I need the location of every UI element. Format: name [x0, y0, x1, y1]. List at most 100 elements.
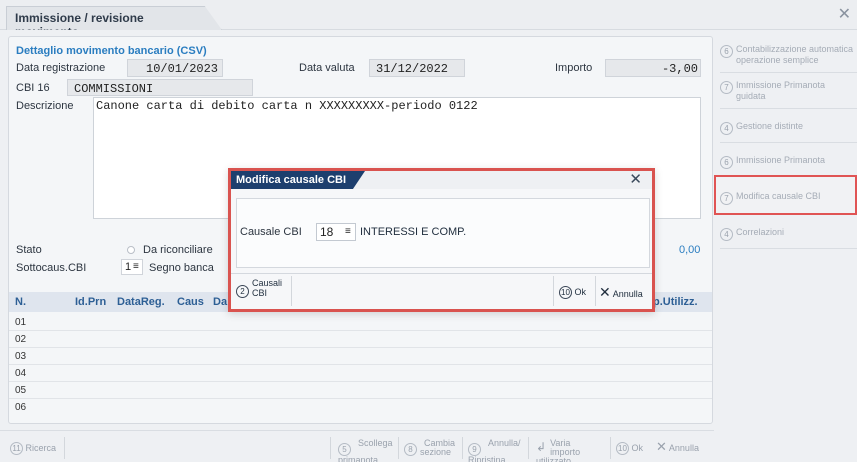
ricerca-label: Ricerca	[25, 442, 57, 453]
divider	[553, 276, 554, 306]
cbi-label: CBI 16	[16, 82, 50, 94]
sottocaus-label: Sottocaus.CBI	[16, 262, 87, 274]
divider	[720, 248, 857, 249]
stato-radio[interactable]	[127, 246, 135, 254]
divider	[610, 437, 611, 459]
side-item-modifica-causale[interactable]: 7 Modifica causale CBI	[714, 175, 857, 215]
cbi-value: COMMISSIONI	[74, 82, 154, 96]
window-tab[interactable]: Immissione / revisione movimento	[6, 6, 222, 30]
annulla-button[interactable]: ✕ Annulla	[656, 439, 699, 454]
key-6-icon: 6	[720, 45, 733, 58]
close-icon: ✕	[656, 439, 667, 454]
dialog-annulla-label: Annulla	[612, 289, 643, 299]
side-item-label: Correlazioni	[736, 227, 785, 237]
divider	[9, 330, 712, 331]
table-row[interactable]: 01	[15, 317, 26, 328]
causali-cbi-button[interactable]: 2 Causali CBI	[236, 278, 290, 298]
key-8-icon: 8	[404, 443, 417, 456]
data-valuta-value: 31/12/2022	[376, 62, 449, 76]
title-bar: Immissione / revisione movimento ✕	[0, 0, 857, 30]
divider	[720, 72, 857, 73]
dialog-titlebar: Modifica causale CBI ✕	[231, 171, 652, 189]
key-4-icon: 4	[720, 122, 733, 135]
data-valuta-field[interactable]: 31/12/2022	[369, 59, 465, 77]
key-10-icon: 10	[616, 442, 629, 455]
close-icon[interactable]: ✕	[629, 170, 642, 188]
table-row[interactable]: 05	[15, 385, 26, 396]
data-registrazione-value: 10/01/2023	[146, 62, 219, 76]
descrizione-value: Canone carta di debito carta n XXXXXXXXX…	[96, 99, 478, 113]
key-7-icon: 7	[720, 192, 733, 205]
importo-label: Importo	[555, 62, 593, 74]
cbi-field[interactable]: COMMISSIONI	[67, 79, 253, 96]
side-item-label: Immissione Primanota	[736, 155, 826, 165]
col-data-reg: DataReg.	[117, 296, 165, 308]
dialog-body: Causale CBI 18 ≡ INTERESSI E COMP.	[236, 198, 650, 268]
close-icon[interactable]: ✕	[838, 4, 851, 24]
scollega-button[interactable]: 5 Scollega primanota	[338, 439, 393, 462]
col-p-utilizz: p.Utilizz.	[653, 296, 698, 308]
divider	[330, 437, 331, 459]
key-4-icon: 4	[720, 228, 733, 241]
dialog-title: Modifica causale CBI	[231, 171, 365, 189]
col-caus: Caus	[177, 296, 204, 308]
table-row[interactable]: 06	[15, 402, 26, 413]
divider	[720, 142, 857, 143]
right-amount: 0,00	[679, 244, 701, 256]
key-10-icon: 10	[559, 286, 572, 299]
key-7-icon: 7	[720, 81, 733, 94]
list-icon[interactable]: ≡	[133, 261, 139, 272]
importo-field[interactable]: -3,00	[605, 59, 701, 77]
side-item-label: Gestione distinte	[736, 121, 804, 131]
sottocaus-value: 1	[125, 261, 132, 273]
dialog-ok-label: Ok	[574, 286, 587, 297]
annulla-ripristina-button[interactable]: 9 Annulla/ Ripristina	[468, 439, 521, 462]
divider	[9, 398, 712, 399]
divider	[9, 381, 712, 382]
divider	[9, 347, 712, 348]
segno-banca-label: Segno banca	[149, 262, 214, 274]
data-registrazione-label: Data registrazione	[16, 62, 106, 74]
key-11-icon: 11	[10, 442, 23, 455]
data-registrazione-field[interactable]: 10/01/2023	[127, 59, 223, 77]
return-arrow-icon: ↲	[536, 440, 547, 454]
table-row[interactable]: 04	[15, 368, 26, 379]
ok-button[interactable]: 10 Ok	[616, 442, 643, 455]
key-2-icon: 2	[236, 285, 249, 298]
section-title: Dettaglio movimento bancario (CSV)	[16, 45, 207, 57]
divider	[720, 108, 857, 109]
bottom-toolbar: 11 Ricerca 5 Scollega primanota 8 Cambia…	[0, 430, 720, 462]
stato-option-label: Da riconciliare	[143, 244, 213, 256]
side-item-label: Immissione Primanota guidata	[736, 80, 826, 101]
dialog-ok-button[interactable]: 10 Ok	[559, 286, 586, 299]
varia-label-2: utilizzato	[536, 456, 572, 462]
ricerca-button[interactable]: 11 Ricerca	[10, 442, 56, 455]
divider	[64, 437, 65, 459]
divider	[398, 437, 399, 459]
window-tab-title: Immissione / revisione movimento	[15, 11, 144, 39]
divider	[595, 276, 596, 306]
col-n: N.	[15, 296, 26, 308]
causale-cbi-description: INTERESSI E COMP.	[360, 226, 467, 238]
modifica-causale-dialog: Modifica causale CBI ✕ Causale CBI 18 ≡ …	[228, 168, 655, 312]
descrizione-label: Descrizione	[16, 100, 74, 112]
table-row[interactable]: 03	[15, 351, 26, 362]
varia-importo-button[interactable]: ↲ Varia importo utilizzato	[536, 439, 589, 462]
side-panel: 6 Contabilizzazione automatica operazion…	[714, 36, 857, 462]
divider	[462, 437, 463, 459]
cambia-sezione-button[interactable]: 8 Cambia sezione	[404, 439, 455, 457]
dialog-annulla-button[interactable]: ✕ Annulla	[599, 284, 643, 301]
causale-cbi-field[interactable]: 18 ≡	[316, 223, 356, 241]
list-icon[interactable]: ≡	[345, 226, 351, 237]
table-row[interactable]: 02	[15, 334, 26, 345]
sottocaus-field[interactable]: 1 ≡	[121, 259, 143, 275]
importo-value: -3,00	[661, 62, 698, 76]
annulla-label: Annulla	[668, 443, 699, 453]
col-da: Da	[213, 296, 228, 308]
causale-cbi-code: 18	[320, 225, 334, 239]
causale-cbi-label: Causale CBI	[240, 226, 302, 238]
side-item-label: Modifica causale CBI	[736, 191, 821, 201]
stato-label: Stato	[16, 244, 42, 256]
side-item-label: Contabilizzazione automatica operazione …	[736, 44, 854, 65]
divider	[528, 437, 529, 459]
